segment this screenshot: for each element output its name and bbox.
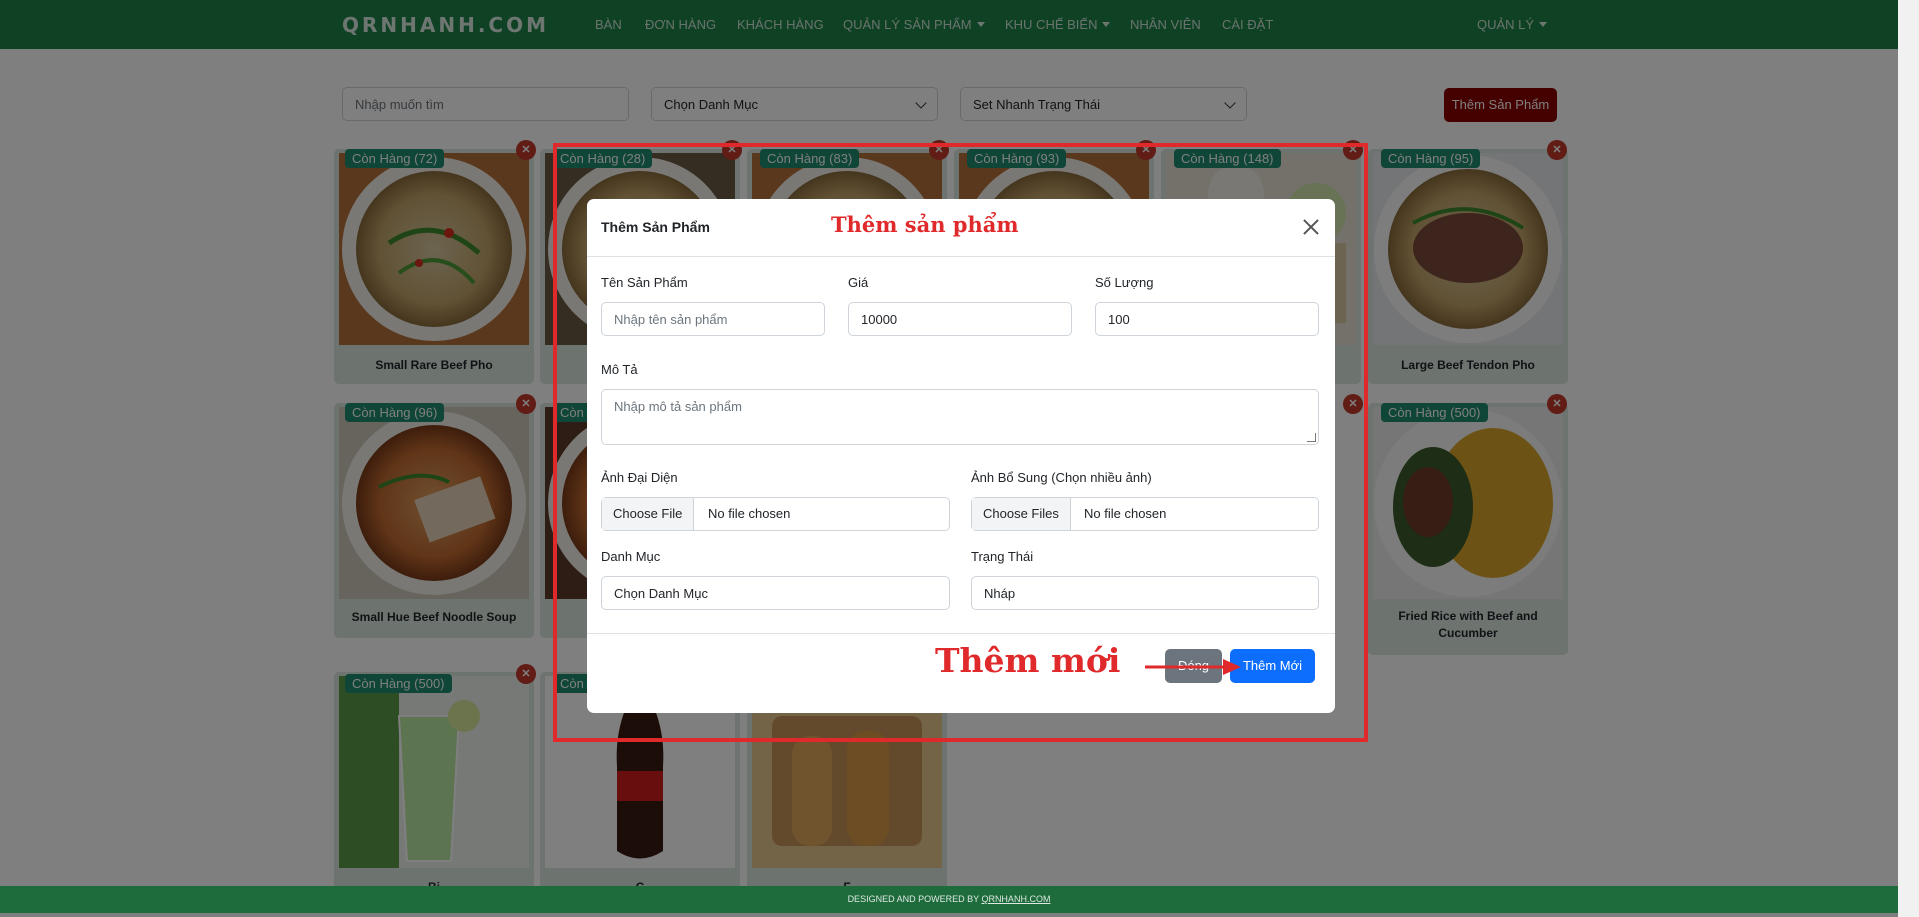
status-select[interactable]: Nháp: [971, 576, 1319, 610]
description-label: Mô Tả: [601, 362, 638, 377]
quantity-label: Số Lượng: [1095, 275, 1154, 290]
modal-title: Thêm Sản Phẩm: [601, 219, 710, 235]
close-icon[interactable]: [1301, 217, 1321, 237]
page-footer: DESIGNED AND POWERED BY QRNHANH.COM: [0, 886, 1898, 913]
category-select[interactable]: Chọn Danh Mục: [601, 576, 950, 610]
avatar-image-label: Ảnh Đại Diện: [601, 470, 678, 485]
extra-images-label: Ảnh Bổ Sung (Chọn nhiều ảnh): [971, 470, 1152, 485]
price-input[interactable]: 10000: [848, 302, 1072, 336]
annotation-title: Thêm sản phẩm: [831, 212, 1019, 237]
avatar-file-status: No file chosen: [708, 506, 791, 521]
quantity-input[interactable]: 100: [1095, 302, 1319, 336]
add-product-modal: Thêm Sản Phẩm Thêm sản phẩm Tên Sản Phẩm…: [587, 199, 1335, 713]
product-name-input[interactable]: Nhập tên sản phẩm: [601, 302, 825, 336]
resize-handle-icon[interactable]: [1307, 433, 1316, 442]
footer-text: DESIGNED AND POWERED BY: [847, 894, 982, 904]
description-placeholder: Nhập mô tả sản phẩm: [614, 399, 742, 414]
extra-images-file-input[interactable]: Choose Files No file chosen: [971, 497, 1319, 531]
avatar-file-input[interactable]: Choose File No file chosen: [601, 497, 950, 531]
extra-file-status: No file chosen: [1084, 506, 1167, 521]
footer-link[interactable]: QRNHANH.COM: [981, 894, 1050, 904]
page-scrollbar[interactable]: [1898, 0, 1919, 917]
description-textarea[interactable]: Nhập mô tả sản phẩm: [601, 389, 1319, 445]
choose-files-button[interactable]: Choose Files: [972, 498, 1071, 530]
choose-file-button[interactable]: Choose File: [602, 498, 695, 530]
price-label: Giá: [848, 275, 869, 290]
status-label: Trạng Thái: [971, 549, 1034, 564]
modal-header-divider: [587, 256, 1335, 257]
category-label: Danh Mục: [601, 549, 661, 564]
product-name-label: Tên Sản Phẩm: [601, 275, 688, 290]
modal-footer-divider: [587, 633, 1335, 634]
annotation-arrow-icon: [1145, 659, 1241, 675]
annotation-submit-note: Thêm mới: [935, 641, 1121, 680]
